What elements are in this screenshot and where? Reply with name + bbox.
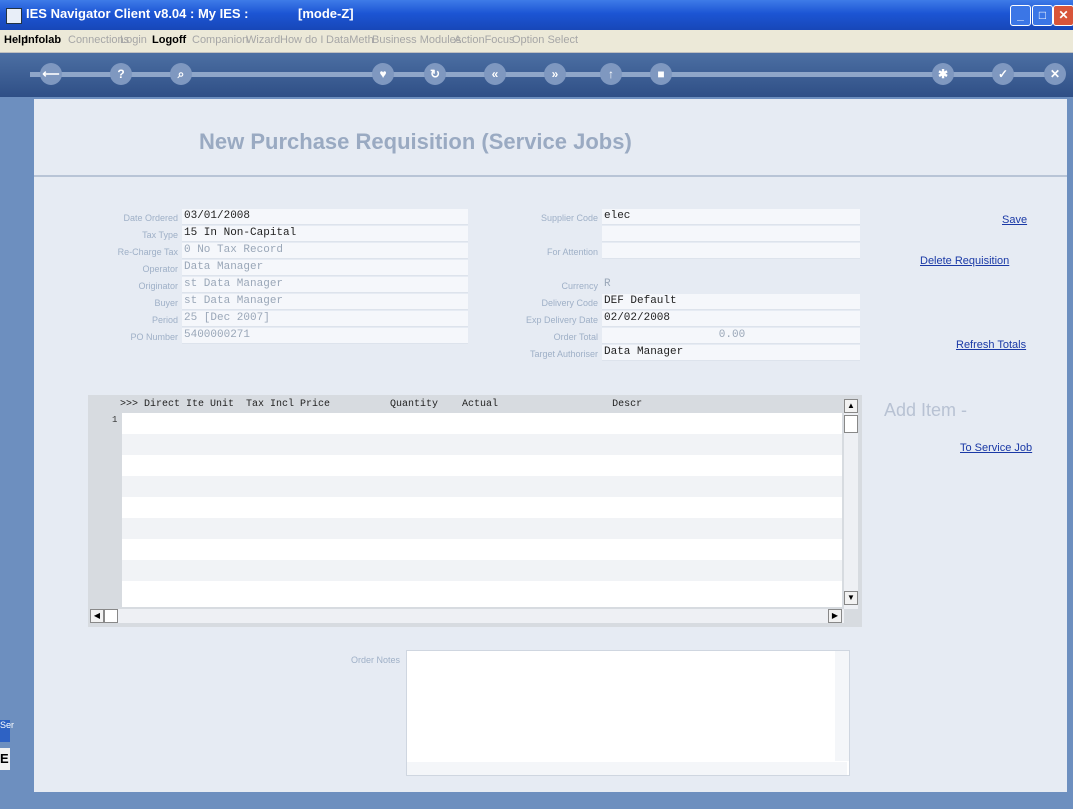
grid-vertical-scrollbar[interactable]: ▲ ▼ — [844, 399, 858, 609]
operator-field[interactable]: Data Manager — [182, 260, 468, 276]
notes-horizontal-scrollbar[interactable] — [407, 762, 847, 775]
menu-actionfocus[interactable]: ActionFocus — [454, 34, 515, 46]
gear-icon[interactable]: ✱ — [932, 63, 954, 85]
menu-companion[interactable]: Companion — [192, 34, 248, 46]
notes-vertical-scrollbar[interactable] — [835, 651, 849, 761]
supplier-code-field[interactable]: elec — [602, 209, 860, 225]
target-authoriser-label: Target Authoriser — [529, 349, 598, 359]
for-attention-label: For Attention — [546, 247, 598, 257]
status-bar — [0, 792, 1073, 809]
menu-option-select[interactable]: Option Select — [512, 34, 578, 46]
buyer-field[interactable]: st Data Manager — [182, 294, 468, 310]
table-row[interactable] — [122, 434, 842, 455]
menu-wizard[interactable]: Wizard — [246, 34, 280, 46]
menu-login[interactable]: Login — [120, 34, 147, 46]
date-ordered-field[interactable]: 03/01/2008 — [182, 209, 468, 225]
period-label: Period — [151, 315, 178, 325]
help-icon[interactable]: ? — [110, 63, 132, 85]
order-total-label: Order Total — [553, 332, 598, 342]
menu-business-modules[interactable]: Business Modules — [372, 34, 461, 46]
maximize-button[interactable]: □ — [1032, 5, 1053, 26]
menu-infolab[interactable]: Infolab — [25, 34, 61, 46]
supplier-code-label: Supplier Code — [540, 213, 598, 223]
delete-requisition-link[interactable]: Delete Requisition — [920, 255, 1009, 267]
search-icon[interactable]: ⌕ — [170, 63, 192, 85]
heart-icon[interactable]: ♥ — [372, 63, 394, 85]
back-arrow-icon[interactable]: ⟵ — [40, 63, 62, 85]
refresh-icon[interactable]: ↻ — [424, 63, 446, 85]
minimize-button[interactable]: _ — [1010, 5, 1031, 26]
close-window-button[interactable]: ✕ — [1053, 5, 1073, 26]
table-row[interactable] — [122, 539, 842, 560]
po-number-field[interactable]: 5400000271 — [182, 328, 468, 344]
currency-field[interactable]: R — [602, 277, 860, 292]
exp-delivery-date-field[interactable]: 02/02/2008 — [602, 311, 860, 327]
add-item-heading: Add Item - — [884, 400, 968, 420]
row-number: 1 — [112, 415, 118, 425]
window-title: IES Navigator Client v8.04 : My IES : — [26, 6, 249, 21]
table-row[interactable] — [122, 518, 842, 539]
grid-horizontal-scrollbar[interactable]: ◀ ▶ — [90, 609, 844, 623]
supplier-name-field[interactable] — [602, 226, 860, 242]
rewind-icon[interactable]: « — [484, 63, 506, 85]
order-total-field: 0.00 — [602, 328, 860, 344]
table-row[interactable] — [122, 455, 842, 476]
scroll-thumb[interactable] — [844, 415, 858, 433]
table-row[interactable] — [122, 581, 842, 602]
menu-datameth[interactable]: DataMeth — [326, 34, 374, 46]
table-row[interactable] — [122, 476, 842, 497]
save-link[interactable]: Save — [1002, 214, 1027, 226]
stop-icon[interactable]: ■ — [650, 63, 672, 85]
menu-how-do-i[interactable]: How do I — [280, 34, 323, 46]
page-title: New Purchase Requisition (Service Jobs) — [199, 129, 632, 154]
scroll-left-icon[interactable]: ◀ — [90, 609, 104, 623]
originator-field[interactable]: st Data Manager — [182, 277, 468, 293]
toolbar: ⟵ ? ⌕ ♥ ↻ « » ↑ ■ ✱ ✓ ✕ — [0, 53, 1073, 97]
menu-bar: Help Infolab Connections Login Logoff Co… — [0, 30, 1073, 53]
re-charge-tax-label: Re-Charge Tax — [117, 247, 178, 257]
divider — [34, 175, 1067, 177]
grid-rows[interactable] — [122, 413, 842, 607]
table-row[interactable] — [122, 497, 842, 518]
up-arrow-icon[interactable]: ↑ — [600, 63, 622, 85]
target-authoriser-field[interactable]: Data Manager — [602, 345, 860, 361]
window-titlebar: IES Navigator Client v8.04 : My IES : [m… — [0, 0, 1073, 30]
side-tab-e[interactable]: E — [0, 748, 10, 770]
menu-logoff[interactable]: Logoff — [152, 34, 186, 46]
order-notes-textarea[interactable] — [406, 650, 850, 776]
check-icon[interactable]: ✓ — [992, 63, 1014, 85]
side-panel-tabs: Ser E — [0, 720, 14, 780]
currency-label: Currency — [561, 281, 598, 291]
tax-type-field[interactable]: 15 In Non-Capital — [182, 226, 468, 242]
side-tab-service[interactable]: Ser — [0, 720, 14, 742]
delivery-code-label: Delivery Code — [541, 298, 598, 308]
scroll-thumb-horizontal[interactable] — [104, 609, 118, 623]
exp-delivery-date-label: Exp Delivery Date — [525, 315, 598, 325]
scroll-down-icon[interactable]: ▼ — [844, 591, 858, 605]
close-icon[interactable]: ✕ — [1044, 63, 1066, 85]
items-grid: >>> Direct Ite Unit Tax Incl Price Quant… — [88, 395, 862, 627]
order-notes-label: Order Notes — [350, 655, 400, 665]
for-attention-field[interactable] — [602, 243, 860, 259]
table-row[interactable] — [122, 413, 842, 434]
operator-label: Operator — [142, 264, 178, 274]
delivery-code-field[interactable]: DEF Default — [602, 294, 860, 310]
originator-label: Originator — [138, 281, 178, 291]
buyer-label: Buyer — [154, 298, 178, 308]
app-icon — [6, 8, 22, 24]
window-mode: [mode-Z] — [298, 6, 354, 21]
to-service-job-link[interactable]: To Service Job — [960, 442, 1032, 454]
date-ordered-label: Date Ordered — [123, 213, 178, 223]
scroll-up-icon[interactable]: ▲ — [844, 399, 858, 413]
re-charge-tax-field[interactable]: 0 No Tax Record — [182, 243, 468, 259]
grid-header: >>> Direct Ite Unit Tax Incl Price Quant… — [120, 399, 643, 410]
fast-forward-icon[interactable]: » — [544, 63, 566, 85]
scroll-right-icon[interactable]: ▶ — [828, 609, 842, 623]
requisition-form: New Purchase Requisition (Service Jobs) … — [34, 99, 1067, 792]
tax-type-label: Tax Type — [142, 230, 178, 240]
table-row[interactable] — [122, 560, 842, 581]
po-number-label: PO Number — [130, 332, 178, 342]
refresh-totals-link[interactable]: Refresh Totals — [956, 339, 1026, 351]
period-field[interactable]: 25 [Dec 2007] — [182, 311, 468, 327]
